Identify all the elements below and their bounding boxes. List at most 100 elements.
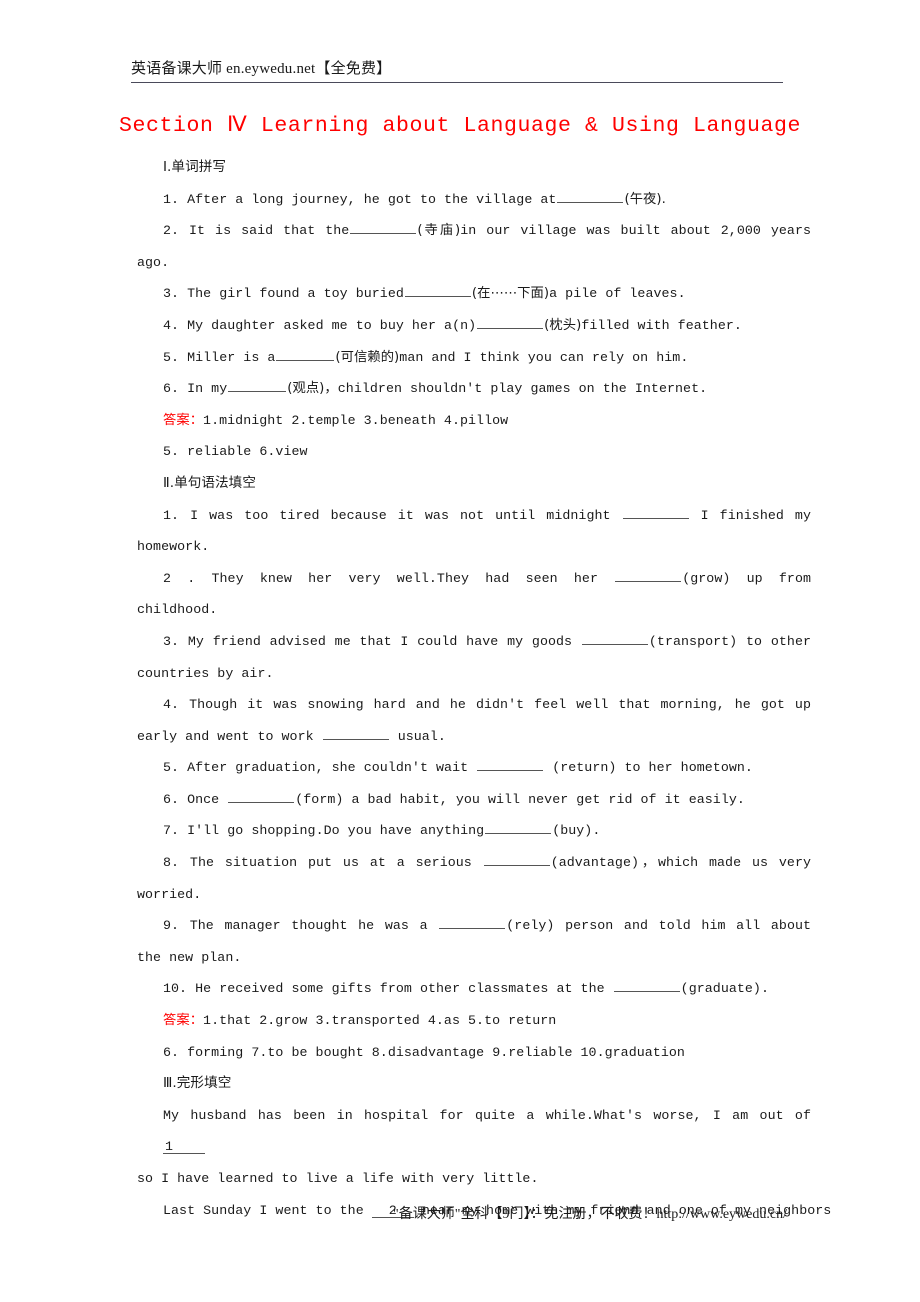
- item-number: 5.: [163, 349, 180, 365]
- item-number: 4.: [163, 317, 180, 333]
- document-body: Ⅰ.单词拼写 1. After a long journey, he got t…: [137, 152, 831, 1226]
- item-text-tail: to her hometown.: [624, 760, 753, 776]
- section-heading-1: Ⅰ.单词拼写: [163, 159, 227, 175]
- item-text: I was too tired because it was not until…: [190, 507, 611, 523]
- item-text: He received some gifts from other classm…: [195, 981, 605, 997]
- item-number: 3.: [163, 633, 180, 649]
- answer-row-continued: 5. reliable 6.view: [163, 444, 308, 460]
- item-text-tail: filled with feather.: [581, 317, 742, 333]
- item-number: 8.: [163, 855, 180, 871]
- answer-blank[interactable]: [615, 569, 682, 582]
- answer-blank[interactable]: [477, 316, 544, 329]
- item-hint: (form): [295, 791, 344, 807]
- question-item: 2. It is said that the (寺庙)in our village…: [137, 215, 811, 247]
- header-divider: [131, 82, 783, 83]
- cloze-paragraph-line: My husband has been in hospital for quit…: [137, 1100, 811, 1163]
- question-item: 5. After graduation, she couldn't wait (…: [137, 752, 785, 784]
- item-hint: (graduate).: [680, 981, 769, 997]
- question-item: 9. The manager thought he was a (rely) p…: [137, 910, 811, 942]
- item-hint: (grow): [682, 570, 731, 586]
- item-hint: (观点): [287, 381, 325, 397]
- question-item: 3. The girl found a toy buried (在⋯⋯下面)a p…: [137, 278, 785, 310]
- item-text: I'll go shopping.Do you have anything: [187, 823, 485, 839]
- answer-label: 答案：: [163, 412, 204, 428]
- answer-row: 答案：1.midnight 2.temple 3.beneath 4.pillo…: [137, 405, 785, 437]
- item-text-tail: ，which made us very: [639, 855, 811, 871]
- question-item: 5. Miller is a (可信赖的)man and I think you …: [137, 342, 785, 374]
- question-item: 10. He received some gifts from other cl…: [137, 973, 785, 1005]
- answer-blank[interactable]: [404, 284, 471, 298]
- item-number: 10.: [163, 981, 188, 997]
- item-text-tail: person and told him all about: [565, 918, 812, 934]
- item-text: The situation put us at a serious: [189, 855, 472, 871]
- answer-blank[interactable]: [622, 506, 689, 519]
- answer-blank[interactable]: [557, 190, 624, 203]
- item-hint: (寺庙): [417, 223, 461, 239]
- answer-row-continued: 6. forming 7.to be bought 8.disadvantage…: [163, 1044, 685, 1060]
- item-hint: (午夜).: [624, 191, 666, 207]
- item-hint: (return): [552, 760, 617, 776]
- answer-blank[interactable]: [228, 379, 287, 393]
- question-item: 6. In my (观点)，children shouldn't play gam…: [137, 373, 785, 405]
- question-item-continuation: the new plan.: [137, 949, 242, 965]
- page-title: Section Ⅳ Learning about Language & Usin…: [118, 114, 802, 138]
- cloze-text: My husband has been in hospital for quit…: [163, 1107, 811, 1123]
- answer-blank[interactable]: [322, 727, 389, 740]
- question-item: 4. My daughter asked me to buy her a(n) (…: [137, 310, 785, 342]
- item-text-tail: man and I think you can rely on him.: [399, 349, 689, 365]
- item-text-tail: in our village was built about 2,000 yea…: [460, 223, 812, 239]
- answer-blank[interactable]: [485, 821, 552, 835]
- item-text: The girl found a toy buried: [187, 286, 404, 302]
- cloze-blank-1[interactable]: 1: [163, 1140, 205, 1155]
- item-number: 9.: [163, 918, 180, 934]
- answer-row: 答案：1.that 2.grow 3.transported 4.as 5.to…: [137, 1005, 785, 1037]
- answer-blank[interactable]: [276, 348, 335, 361]
- item-text: Though it was snowing hard and he didn't…: [189, 697, 811, 713]
- item-number: 6.: [163, 381, 180, 397]
- item-hint: (advantage): [550, 855, 640, 871]
- item-hint: (rely): [506, 918, 555, 934]
- item-text: They knew her very well.They had seen he…: [211, 570, 598, 586]
- answer-blank[interactable]: [228, 790, 295, 803]
- item-text-tail: ，children shouldn't play games on the In…: [324, 381, 708, 397]
- item-number: 2.: [163, 223, 180, 239]
- item-text: After a long journey, he got to the vill…: [187, 191, 557, 207]
- document-page: 英语备课大师 en.eywedu.net【全免费】 Section Ⅳ Lear…: [0, 0, 920, 1302]
- item-hint: (transport): [648, 633, 738, 649]
- question-item: 4. Though it was snowing hard and he did…: [137, 689, 811, 721]
- answer-text: 1.that 2.grow 3.transported 4.as 5.to re…: [203, 1013, 557, 1029]
- item-number: 2 .: [163, 570, 196, 586]
- answer-blank[interactable]: [581, 632, 648, 645]
- item-hint: (在⋯⋯下面): [471, 286, 550, 302]
- item-number: 7.: [163, 823, 180, 839]
- question-item: 7. I'll go shopping.Do you have anything…: [137, 815, 785, 847]
- item-text: The manager thought he was a: [189, 918, 428, 934]
- page-header: 英语备课大师 en.eywedu.net【全免费】: [131, 57, 783, 83]
- item-hint: (枕头): [544, 317, 582, 333]
- answer-blank[interactable]: [350, 221, 417, 235]
- answer-label: 答案：: [163, 1013, 204, 1029]
- item-text: My daughter asked me to buy her a(n): [187, 317, 477, 333]
- item-text-tail: I finished my: [700, 507, 811, 523]
- question-item: 2 . They knew her very well.They had see…: [137, 563, 811, 595]
- question-item: 3. My friend advised me that I could hav…: [137, 626, 811, 658]
- item-text: After graduation, she couldn't wait: [187, 760, 469, 776]
- item-text: In my: [187, 381, 228, 397]
- question-item-continuation: early and went to work usual.: [137, 721, 785, 753]
- item-number: 1.: [163, 191, 180, 207]
- item-text: early and went to work: [137, 728, 314, 744]
- item-text: Miller is a: [187, 349, 276, 365]
- item-hint: (可信赖的): [335, 349, 400, 365]
- item-text-tail: usual.: [397, 728, 446, 744]
- answer-blank[interactable]: [439, 916, 506, 930]
- question-item: 1. I was too tired because it was not un…: [137, 500, 811, 532]
- question-item: 1. After a long journey, he got to the v…: [137, 184, 785, 216]
- item-number: 1.: [163, 507, 180, 523]
- answer-blank[interactable]: [477, 758, 544, 772]
- question-item-continuation: worried.: [137, 886, 202, 902]
- answer-blank[interactable]: [613, 979, 680, 993]
- question-item-continuation: countries by air.: [137, 665, 274, 681]
- answer-text: 1.midnight 2.temple 3.beneath 4.pillow: [203, 412, 509, 428]
- question-item-continuation: homework.: [137, 539, 210, 555]
- answer-blank[interactable]: [483, 853, 550, 867]
